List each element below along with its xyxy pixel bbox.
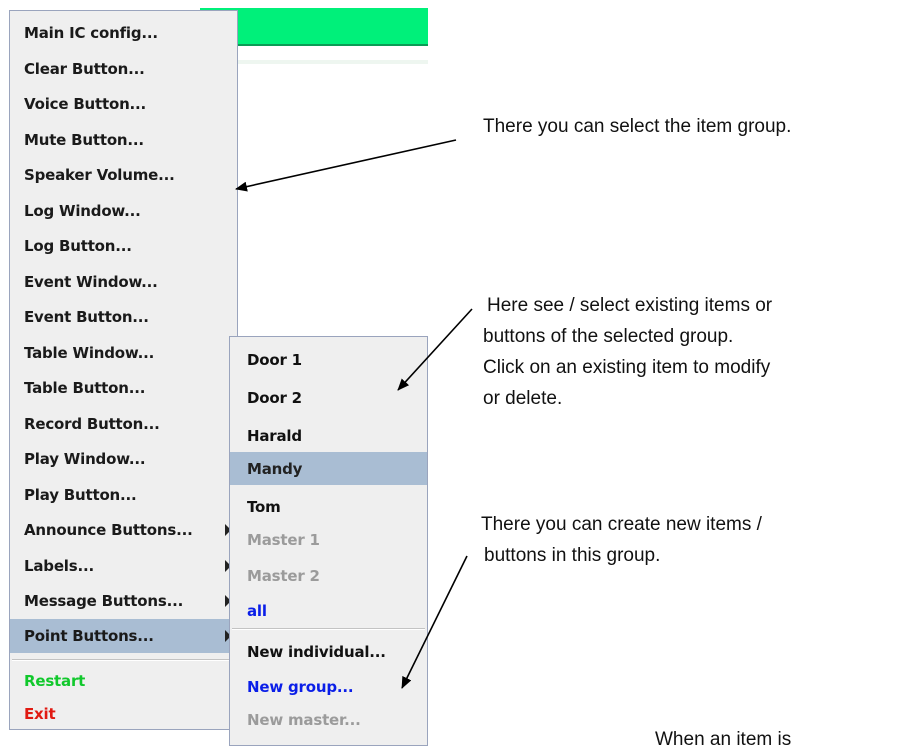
annotation-arrows [235,139,473,689]
arrow-to-new-items [401,555,468,689]
arrow-to-existing-items [397,308,473,391]
arrow-to-menu [235,139,457,192]
